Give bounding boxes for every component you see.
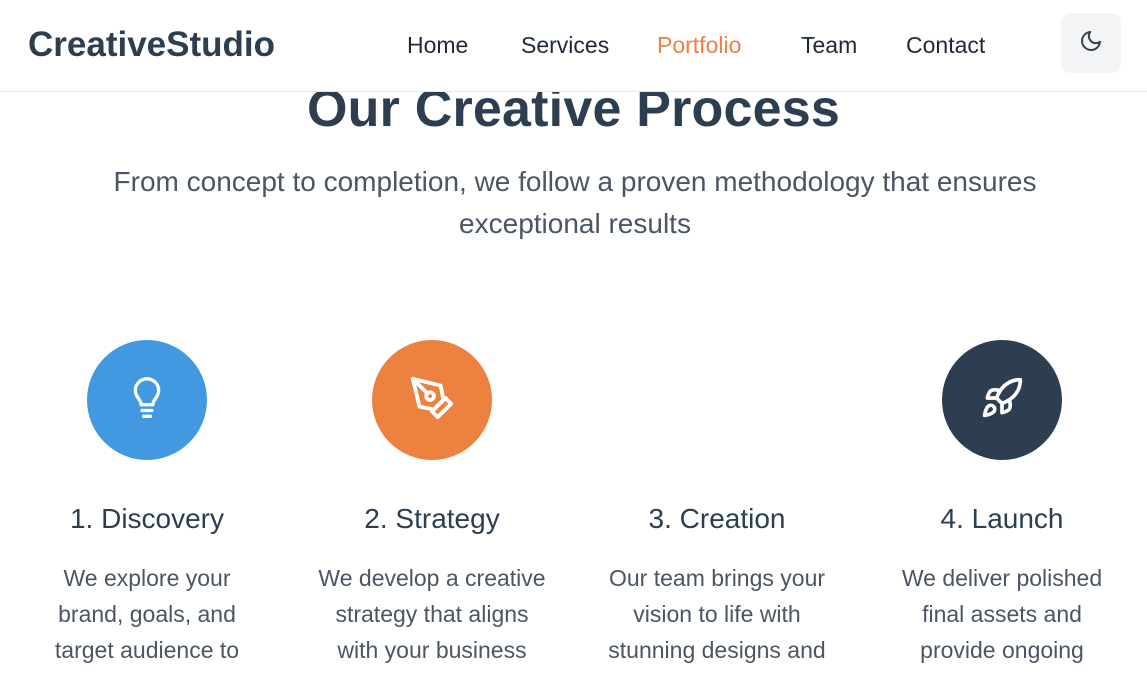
step-desc-line: provide ongoing	[920, 637, 1084, 663]
nav-contact[interactable]: Contact	[906, 28, 985, 62]
step-icon-circle	[942, 340, 1062, 460]
step-icon-circle	[657, 340, 777, 460]
site-logo[interactable]: CreativeStudio	[28, 23, 275, 67]
process-steps: 1. Discovery We explore your brand, goal…	[0, 340, 1147, 675]
step-desc-line: target audience to	[54, 637, 240, 663]
step-desc-line: Our team brings your	[608, 565, 826, 591]
pen-tool-icon	[409, 375, 455, 426]
step-discovery: 1. Discovery We explore your brand, goal…	[17, 340, 277, 668]
step-description: We develop a creative strategy that alig…	[302, 560, 562, 668]
nav-services[interactable]: Services	[521, 28, 609, 62]
step-creation: 3. Creation Our team brings your vision …	[587, 340, 847, 668]
step-desc-line: We explore your	[63, 565, 231, 591]
step-desc-line: with your business	[337, 637, 527, 663]
nav-team[interactable]: Team	[801, 28, 857, 62]
step-title: 3. Creation	[648, 503, 786, 534]
step-description: We explore your brand, goals, and target…	[17, 560, 277, 668]
rocket-icon	[980, 376, 1024, 425]
page: Our Creative Process From concept to com…	[0, 0, 1147, 675]
step-desc-line: We deliver polished	[901, 565, 1103, 591]
step-icon-circle	[372, 340, 492, 460]
step-title: 4. Launch	[940, 503, 1064, 534]
step-description: Our team brings your vision to life with…	[587, 560, 847, 668]
nav-home[interactable]: Home	[407, 28, 468, 62]
step-strategy: 2. Strategy We develop a creative strate…	[302, 340, 562, 668]
step-title: 2. Strategy	[364, 503, 500, 534]
step-desc-line: final assets and	[922, 601, 1082, 627]
step-desc-line: brand, goals, and	[58, 601, 236, 627]
theme-toggle-button[interactable]	[1061, 13, 1121, 73]
moon-icon	[1079, 29, 1103, 58]
step-icon-circle	[87, 340, 207, 460]
step-title: 1. Discovery	[69, 503, 225, 534]
site-header: CreativeStudio Home Services Portfolio T…	[0, 0, 1147, 92]
step-desc-line: strategy that aligns	[335, 601, 529, 627]
step-desc-line: stunning designs and	[608, 637, 826, 663]
step-desc-line: vision to life with	[633, 601, 801, 627]
section-subtitle: From concept to completion, we follow a …	[113, 166, 1037, 239]
nav-portfolio[interactable]: Portfolio	[657, 28, 741, 62]
step-description: We deliver polished final assets and pro…	[872, 560, 1132, 668]
step-desc-line: We develop a creative	[318, 565, 546, 591]
lightbulb-icon	[127, 376, 167, 425]
step-launch: 4. Launch We deliver polished final asse…	[872, 340, 1132, 668]
